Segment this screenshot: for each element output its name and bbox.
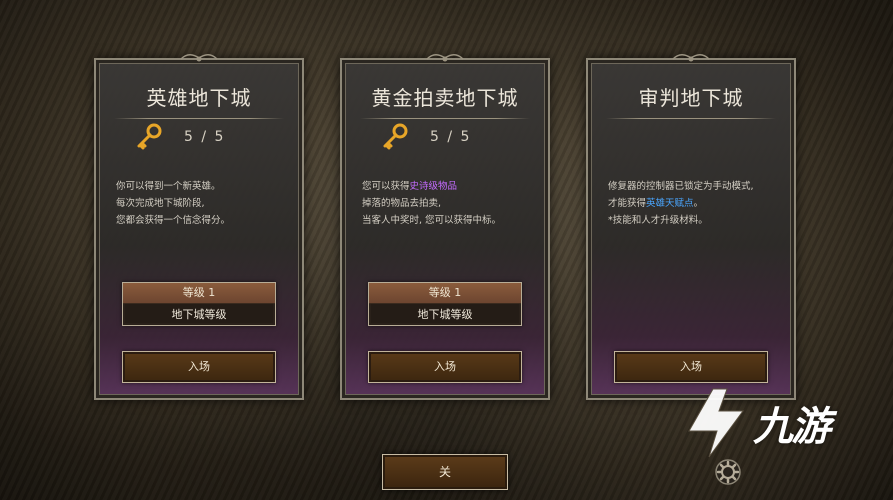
- key-icon: [137, 123, 162, 150]
- ornament-icon: [672, 54, 710, 62]
- dungeon-title: 黄金拍卖地下城: [371, 86, 519, 110]
- jiuyou-watermark: 九游: [683, 383, 873, 463]
- desc-line: 才能获得英雄天赋点。: [608, 198, 704, 209]
- dungeon-description: 修复器的控制器已锁定为手动模式, 才能获得英雄天赋点。 *技能和人才升级材料。: [608, 178, 780, 229]
- jiuyou-logo-icon: [688, 388, 744, 458]
- dungeon-card-gold-auction: 黄金拍卖地下城 5 / 5 您可以获得史诗级物品 掉落的物品去拍卖, 当客人中奖…: [340, 54, 550, 400]
- key-icon: [383, 123, 408, 150]
- level-label: 等级 1: [369, 283, 521, 304]
- divider: [606, 118, 776, 119]
- desc-line: 每次完成地下城阶段,: [116, 198, 205, 209]
- desc-line: 您都会获得一个信念得分。: [116, 215, 231, 226]
- desc-line: *技能和人才升级材料。: [608, 215, 708, 226]
- enter-button[interactable]: 入场: [614, 351, 768, 383]
- level-title: 地下城等级: [417, 308, 473, 321]
- desc-line: 掉落的物品去拍卖,: [362, 198, 442, 209]
- dungeon-card-judgment: 审判地下城 修复器的控制器已锁定为手动模式, 才能获得英雄天赋点。 *技能和人才…: [586, 54, 796, 400]
- desc-line: 您可以获得史诗级物品: [362, 181, 458, 192]
- dungeon-description: 您可以获得史诗级物品 掉落的物品去拍卖, 当客人中奖时, 您可以获得中标。: [362, 178, 534, 229]
- key-count: 5 / 5: [430, 129, 472, 145]
- ornament-icon: [180, 54, 218, 62]
- key-row: 5 / 5: [134, 122, 225, 152]
- watermark-text: 九游: [753, 404, 831, 450]
- dungeon-title: 审判地下城: [638, 86, 744, 110]
- enter-button[interactable]: 入场: [368, 351, 522, 383]
- divider: [360, 118, 530, 119]
- key-count: 5 / 5: [184, 129, 226, 145]
- dungeon-level-button[interactable]: 等级 1 地下城等级: [368, 282, 522, 326]
- ornament-icon: [426, 54, 464, 62]
- enter-button[interactable]: 入场: [122, 351, 276, 383]
- desc-line: 你可以得到一个新英雄。: [116, 181, 221, 192]
- desc-line: 当客人中奖时, 您可以获得中标。: [362, 215, 502, 226]
- dungeon-card-hero: 英雄地下城 5 / 5 你可以得到一个新英雄。 每次完成地下城阶段, 您都会获得…: [94, 54, 304, 400]
- level-label: 等级 1: [123, 283, 275, 304]
- divider: [114, 118, 284, 119]
- level-title: 地下城等级: [171, 308, 227, 321]
- dungeon-level-button[interactable]: 等级 1 地下城等级: [122, 282, 276, 326]
- close-button[interactable]: 关: [382, 454, 508, 490]
- desc-line: 修复器的控制器已锁定为手动模式,: [608, 181, 754, 192]
- dungeon-description: 你可以得到一个新英雄。 每次完成地下城阶段, 您都会获得一个信念得分。: [116, 178, 288, 229]
- key-row: 5 / 5: [380, 122, 471, 152]
- hero-talent-highlight: 英雄天赋点: [646, 198, 694, 209]
- epic-item-highlight: 史诗级物品: [409, 181, 458, 192]
- dungeon-title: 英雄地下城: [146, 86, 252, 110]
